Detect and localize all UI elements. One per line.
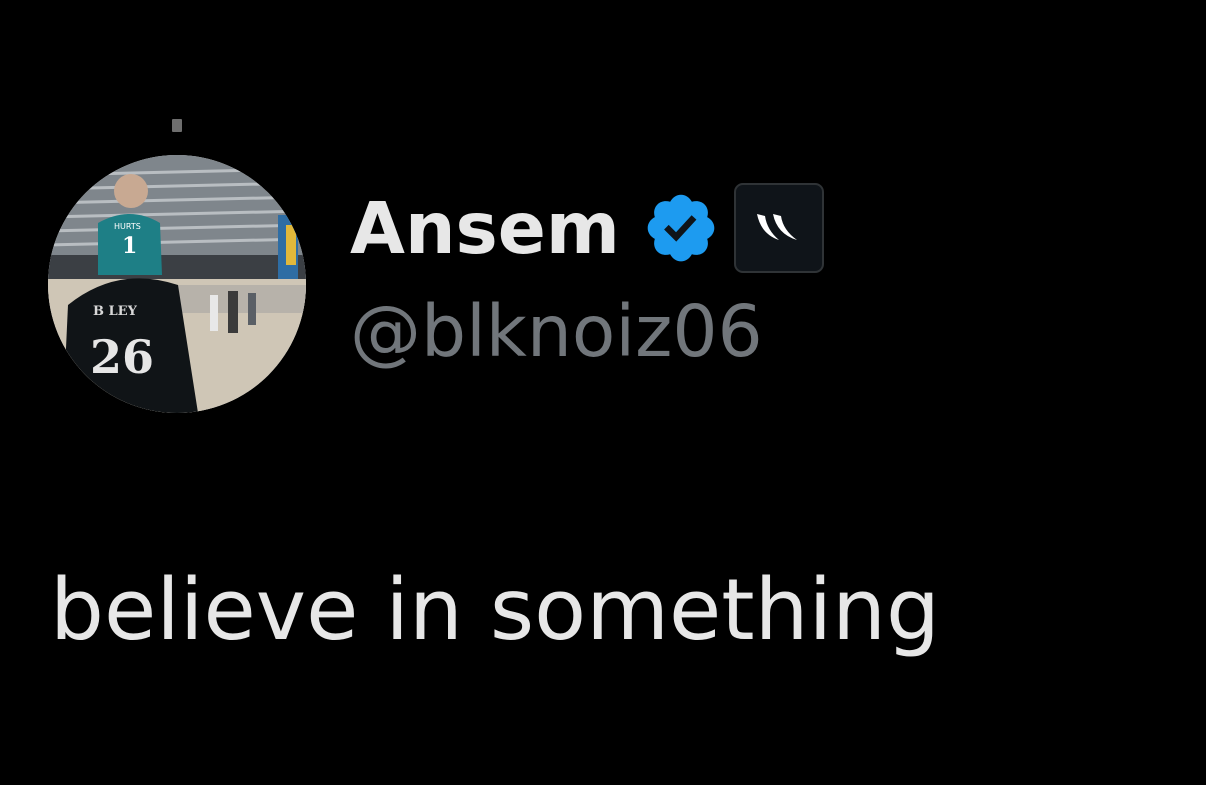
affiliate-badge[interactable] (733, 183, 824, 273)
svg-text:HURTS: HURTS (114, 222, 141, 231)
verified-badge-icon[interactable] (642, 189, 720, 267)
top-edge-mark (172, 119, 182, 132)
author-name-row: Ansem (350, 180, 824, 276)
tweet-card: B LEY 26 1 HURTS Ansem @blknoiz06 believ… (0, 0, 1206, 785)
claw-logo-icon (756, 214, 797, 240)
avatar-photo-icon: B LEY 26 1 HURTS (48, 155, 306, 413)
svg-text:26: 26 (90, 330, 154, 384)
svg-text:1: 1 (122, 233, 137, 259)
avatar[interactable]: B LEY 26 1 HURTS (48, 155, 306, 413)
display-name[interactable]: Ansem (350, 193, 620, 264)
author-handle[interactable]: @blknoiz06 (350, 296, 763, 367)
tweet-text: believe in something (50, 561, 940, 660)
svg-text:B LEY: B LEY (93, 304, 138, 319)
